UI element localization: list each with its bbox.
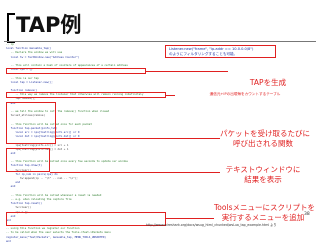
callout-text-window: テキストウィンドウに 結果を表示 [225, 165, 301, 184]
connector-packet [56, 138, 220, 139]
callout-comment-line: 通信元+IPの出現毎をカウントするテーブル [209, 92, 281, 96]
page-number: 38 [304, 212, 310, 217]
callout-tools-menu: Toolsメニューにスクリプトを 実行するメニューを追加 [214, 203, 315, 222]
title-divider [4, 41, 316, 42]
title-bracket [7, 13, 15, 43]
callout-tap-create: TAPを生成 [249, 78, 287, 87]
connector-text [50, 172, 220, 173]
callout-packet-handler: パケットを受け取るたびに 呼び出される関数 [220, 129, 310, 148]
highlight-comment [6, 92, 166, 98]
highlight-packet-function [6, 102, 56, 144]
highlight-listener [6, 68, 146, 74]
connector-tools [166, 218, 214, 219]
code-line: end [6, 239, 11, 243]
connector-comment [166, 95, 175, 96]
highlight-draw-function [6, 148, 50, 172]
highlight-register-menu [6, 212, 166, 226]
slide-title: TAP例 [16, 13, 82, 37]
listener-filter-note: Listener.new("frame", "ip.addr == 10.0.0… [165, 45, 276, 58]
source-url: http://www.wireshark.org/docs/wsug_html_… [146, 223, 277, 227]
connector-tap [146, 71, 228, 72]
